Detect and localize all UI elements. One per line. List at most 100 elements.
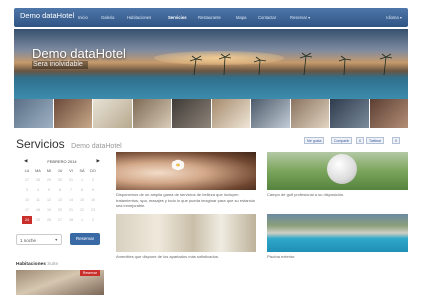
nav-item-mapa[interactable]: Mapa [236,15,246,20]
gallery-thumbnail[interactable] [211,99,250,128]
service-description-amenities: Amenities que dispone de los apartados m… [116,254,219,259]
calendar-day[interactable]: 15 [77,196,87,204]
twitter-count: 0 [392,137,400,144]
calendar-day[interactable]: 22 [77,206,87,214]
chevron-down-icon: ▼ [54,238,58,242]
gallery-thumbnail[interactable] [53,99,92,128]
gallery-thumbnail[interactable] [330,99,369,128]
calendar-day[interactable]: 20 [55,206,65,214]
rooms-section-title: Habitaciones Suite [16,262,58,267]
navbar-brand[interactable]: Demo dataHotel [20,11,74,20]
nav-item-contactar[interactable]: Contactar [258,15,276,20]
calendar-day[interactable]: 11 [33,196,43,204]
calendar-month-label: FEBRERO 2014 [47,159,77,164]
calendar-weekday: MA [35,169,41,173]
calendar-day[interactable]: 8 [77,186,87,194]
page-title-main: Servicios [16,137,65,151]
twitter-label: Twittear [369,139,382,143]
palm-trees-silhouette [189,52,393,75]
top-navbar: Demo dataHotel Inicio Galeria Habitacion… [14,8,408,27]
gallery-thumbnail[interactable] [251,99,290,128]
calendar-day[interactable]: 2 [88,176,98,184]
service-image-spa [116,152,256,190]
calendar-day[interactable]: 2 [88,216,98,224]
nav-item-galeria[interactable]: Galeria [101,15,115,20]
calendar-day[interactable]: 31 [66,176,76,184]
nav-item-habitaciones[interactable]: Habitaciones [127,15,151,20]
nav-item-servicios[interactable]: Servicios [168,15,187,20]
nights-select[interactable]: 1 noche ▼ [16,234,62,245]
rooms-title: Habitaciones [16,262,46,267]
hero-banner: Demo dataHotel Sera inolvidable [14,29,408,99]
calendar-day[interactable]: 30 [55,176,65,184]
service-image-amenities [116,214,256,252]
nav-item-restaurante[interactable]: Restaurante [198,15,221,20]
calendar-day[interactable]: 9 [88,186,98,194]
facebook-like-button[interactable]: Me gusta [304,137,325,144]
calendar-day[interactable]: 18 [33,206,43,214]
gallery-thumbnail[interactable] [14,99,53,128]
gallery-thumbnail[interactable] [172,99,211,128]
gallery-thumbnail-strip [14,99,408,128]
gallery-thumbnail[interactable] [369,99,408,128]
calendar-weekday: VI [69,169,73,173]
calendar-day[interactable]: 28 [66,216,76,224]
service-description-golf: Campo de golf profesional a su disposici… [267,192,345,197]
service-image-golf [267,152,408,190]
calendar-day[interactable]: 3 [22,186,32,194]
calendar-day[interactable]: 13 [55,196,65,204]
calendar-day[interactable]: 19 [44,206,54,214]
service-description-pool: Piscina exterior. [267,254,296,259]
calendar-day[interactable]: 27 [22,176,32,184]
room-reserve-badge[interactable]: Reservar [79,270,100,276]
calendar-day[interactable]: 25 [33,216,43,224]
golf-ball-icon [327,154,357,184]
calendar-day[interactable]: 12 [44,196,54,204]
hero-subtitle: Sera inolvidable [32,61,88,69]
calendar-weekday: MI [46,169,52,173]
calendar-weekday: DO [90,169,96,173]
calendar-weekday: JU [57,169,63,173]
calendar-day[interactable]: 1 [77,216,87,224]
rooms-subtitle: Suite [47,262,59,267]
room-card-image[interactable]: Reservar [16,270,104,295]
calendar-header: ◀ FEBRERO 2014 ▶ [22,157,102,165]
hero-title: Demo dataHotel [32,46,126,61]
gallery-thumbnail[interactable] [132,99,171,128]
calendar-day[interactable]: 26 [44,216,54,224]
calendar-day[interactable]: 10 [22,196,32,204]
calendar-next-icon[interactable]: ▶ [97,158,100,164]
nav-item-reservar[interactable]: Reservar ▾ [290,15,310,20]
calendar-day[interactable]: 4 [33,186,43,194]
calendar-day[interactable]: 7 [66,186,76,194]
calendar-day[interactable]: 24 [22,216,32,224]
calendar-day[interactable]: 6 [55,186,65,194]
calendar-day[interactable]: 14 [66,196,76,204]
availability-calendar: ◀ FEBRERO 2014 ▶ LU MA MI JU VI SÁ DO 27 28 29 30… [22,157,102,231]
calendar-day[interactable]: 23 [88,206,98,214]
gallery-thumbnail[interactable] [290,99,329,128]
nights-value: 1 noche [20,238,37,243]
nav-item-inicio[interactable]: Inicio [78,15,88,20]
page-title-sub: Demo dataHotel [71,143,122,150]
calendar-day[interactable]: 21 [66,206,76,214]
gallery-thumbnail[interactable] [93,99,132,128]
facebook-like-label: Me gusta [307,139,322,143]
calendar-day[interactable]: 27 [55,216,65,224]
share-count: 0 [356,137,364,144]
facebook-share-button[interactable]: Compartir [331,137,353,144]
calendar-day[interactable]: 5 [44,186,54,194]
calendar-day[interactable]: 17 [22,206,32,214]
calendar-weekday: LU [24,169,30,173]
calendar-weekday: SÁ [79,169,85,173]
calendar-day[interactable]: 28 [33,176,43,184]
service-description-spa: Disponemos de un amplia gama de servicio… [116,192,255,208]
twitter-button[interactable]: Twittear [366,137,385,144]
language-dropdown[interactable]: Idioma ▾ [386,15,402,20]
reserve-button[interactable]: Reservar [70,233,100,245]
calendar-day[interactable]: 16 [88,196,98,204]
page-title: Servicios Demo dataHotel [16,135,122,153]
facebook-share-label: Compartir [334,139,350,143]
calendar-day[interactable]: 29 [44,176,54,184]
calendar-day[interactable]: 1 [77,176,87,184]
